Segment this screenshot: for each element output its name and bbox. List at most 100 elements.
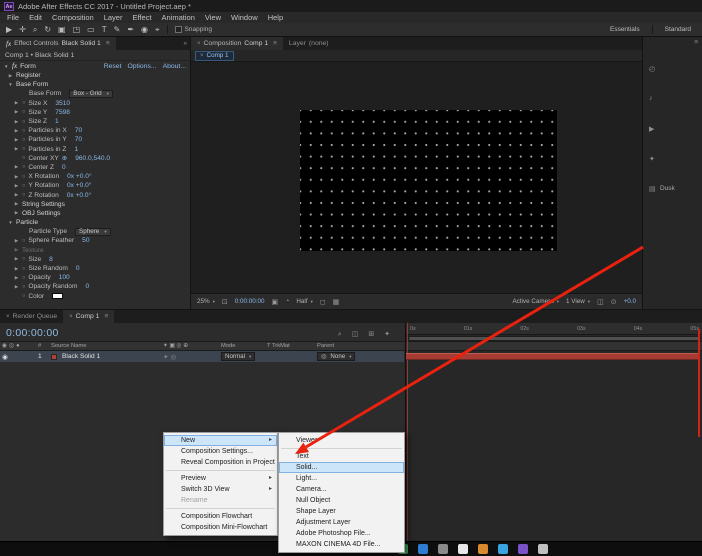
comp-time-display[interactable]: 0:00:00:00 <box>235 298 265 305</box>
property-value[interactable]: 1 <box>74 146 78 153</box>
taskbar-app-icon[interactable] <box>518 544 528 554</box>
taskbar-app-icon[interactable] <box>498 544 508 554</box>
viewer-tab-comp1[interactable]: ×Comp 1 <box>195 51 234 61</box>
menu-item-preview[interactable]: Preview▸ <box>164 473 277 484</box>
3d-view-dropdown[interactable]: Active Camera▾ <box>512 298 559 305</box>
twirl-icon[interactable]: ▶ <box>14 109 19 115</box>
blend-mode-dropdown[interactable]: Normal▾ <box>221 352 255 361</box>
property-value[interactable]: 70 <box>75 136 82 143</box>
stopwatch-icon[interactable]: ○ <box>22 164 25 170</box>
exposure-value[interactable]: +0.0 <box>624 298 636 305</box>
stopwatch-icon[interactable]: ○ <box>22 293 25 299</box>
stopwatch-icon[interactable]: ○ <box>22 266 25 272</box>
reset-exposure-icon[interactable]: ⊙ <box>611 298 617 306</box>
twirl-down-icon[interactable]: ▼ <box>4 64 9 69</box>
stopwatch-icon[interactable]: ○ <box>22 100 25 106</box>
taskbar-app-icon[interactable] <box>478 544 488 554</box>
twirl-icon[interactable]: ▶ <box>14 238 19 244</box>
twirl-icon[interactable]: ▶ <box>14 247 19 253</box>
resolution-dropdown[interactable]: Half▾ <box>296 298 312 305</box>
twirl-icon[interactable]: ▶ <box>14 256 19 262</box>
column-trkmat[interactable]: T TrkMat <box>265 343 315 349</box>
transparency-grid-icon[interactable]: ▦ <box>333 298 340 306</box>
stopwatch-icon[interactable]: ○ <box>22 256 25 262</box>
layer-row-black-solid-1[interactable]: ◉ 1 Black Solid 1 ✦ ◎ Normal▾ ◎None▾ <box>0 351 404 362</box>
options-link[interactable]: Options... <box>127 63 156 70</box>
twirl-icon[interactable]: ▶ <box>14 174 19 180</box>
menu-edit[interactable]: Edit <box>24 13 47 22</box>
layer-duration-bar[interactable] <box>406 353 700 360</box>
timeline-view-option-icons[interactable]: ⌕ ◫ ⊞ ✦ <box>338 330 394 339</box>
twirl-icon[interactable]: ▼ <box>8 220 13 225</box>
snapshot-icon[interactable]: ▣ <box>272 298 279 306</box>
zoom-tool-icon[interactable]: ⌕ <box>33 25 37 35</box>
puppet-pin-tool-icon[interactable]: ⌖ <box>155 25 160 35</box>
menu-window[interactable]: Window <box>226 13 263 22</box>
menu-item-rename[interactable]: Rename <box>164 495 277 506</box>
property-value[interactable]: 100 <box>59 274 70 281</box>
type-tool-icon[interactable]: T <box>102 25 107 34</box>
panel-menu-icon[interactable]: ≡ <box>106 40 110 47</box>
reset-link[interactable]: Reset <box>104 63 122 70</box>
property-value[interactable]: 3510 <box>55 100 70 107</box>
twirl-icon[interactable]: ▼ <box>8 82 13 87</box>
dock-panel-label[interactable]: Dusk <box>660 185 675 192</box>
close-icon[interactable]: × <box>197 41 201 47</box>
twirl-icon[interactable]: ▶ <box>14 183 19 189</box>
selection-tool-icon[interactable]: ▶ <box>6 25 12 34</box>
property-value[interactable]: 0x +0.0° <box>67 192 91 199</box>
taskbar-app-icon[interactable] <box>438 544 448 554</box>
tab-layer-viewer[interactable]: Layer(none) <box>283 37 335 50</box>
safe-guides-icon[interactable]: ⊡ <box>222 298 228 306</box>
menu-view[interactable]: View <box>200 13 226 22</box>
property-value[interactable]: 0 <box>76 265 80 272</box>
pan-behind-tool-icon[interactable]: ◳ <box>73 25 81 34</box>
menu-item-reveal-composition-in-project[interactable]: Reveal Composition in Project <box>164 457 277 468</box>
menu-item-maxon-cinema-4d-file[interactable]: MAXON CINEMA 4D File... <box>279 539 404 550</box>
stopwatch-icon[interactable]: ○ <box>22 128 25 134</box>
stopwatch-icon[interactable]: ○ <box>22 284 25 290</box>
composition-canvas-particle-grid[interactable] <box>300 110 557 251</box>
audio-panel-icon[interactable]: ♪ <box>649 95 653 102</box>
panel-menu-icon[interactable]: ≡ <box>104 313 108 320</box>
menu-item-text[interactable]: Text <box>279 451 404 462</box>
twirl-icon[interactable]: ▶ <box>8 73 13 79</box>
twirl-icon[interactable]: ▶ <box>14 137 19 143</box>
hand-tool-icon[interactable]: ✛ <box>19 25 26 34</box>
close-icon[interactable]: × <box>200 53 204 59</box>
effect-name[interactable]: Form <box>20 63 36 70</box>
color-swatch[interactable] <box>52 293 63 299</box>
twirl-icon[interactable]: ▶ <box>14 284 19 290</box>
preview-panel-icon[interactable]: ▶ <box>649 125 654 133</box>
menu-item-adjustment-layer[interactable]: Adjustment Layer <box>279 517 404 528</box>
menu-composition[interactable]: Composition <box>47 13 99 22</box>
stopwatch-icon[interactable]: ○ <box>22 192 25 198</box>
menu-file[interactable]: File <box>2 13 24 22</box>
twirl-icon[interactable]: ▶ <box>14 266 19 272</box>
menu-help[interactable]: Help <box>263 13 288 22</box>
menu-effect[interactable]: Effect <box>127 13 156 22</box>
tab-comp1-timeline[interactable]: ×Comp 1≡ <box>63 310 114 323</box>
twirl-icon[interactable]: ▶ <box>14 164 19 170</box>
stopwatch-icon[interactable]: ○ <box>22 137 25 143</box>
menu-animation[interactable]: Animation <box>157 13 200 22</box>
brush-tool-icon[interactable]: ✒ <box>127 25 134 34</box>
stopwatch-icon[interactable]: ○ <box>22 119 25 125</box>
property-value[interactable]: 0 <box>85 283 89 290</box>
menu-item-camera[interactable]: Camera... <box>279 484 404 495</box>
property-value[interactable]: 0 <box>62 164 66 171</box>
property-value[interactable]: 70 <box>75 127 82 134</box>
workspace-standard-button[interactable]: Standard <box>660 26 696 33</box>
composition-viewer[interactable] <box>191 62 642 293</box>
menu-item-light[interactable]: Light... <box>279 473 404 484</box>
menu-item-composition-flowchart[interactable]: Composition Flowchart <box>164 511 277 522</box>
twirl-icon[interactable]: ▶ <box>14 192 19 198</box>
property-value[interactable]: 50 <box>82 237 89 244</box>
menu-item-composition-mini-flowchart[interactable]: Composition Mini-Flowchart <box>164 522 277 533</box>
parent-dropdown[interactable]: ◎None▾ <box>317 352 355 361</box>
property-value[interactable]: 0x +0.0° <box>67 173 91 180</box>
eye-icon[interactable]: ◉ <box>2 353 8 361</box>
close-icon[interactable]: × <box>69 314 73 320</box>
shape-tool-icon[interactable]: ▭ <box>87 25 95 34</box>
workspace-essentials-button[interactable]: Essentials <box>605 26 645 33</box>
